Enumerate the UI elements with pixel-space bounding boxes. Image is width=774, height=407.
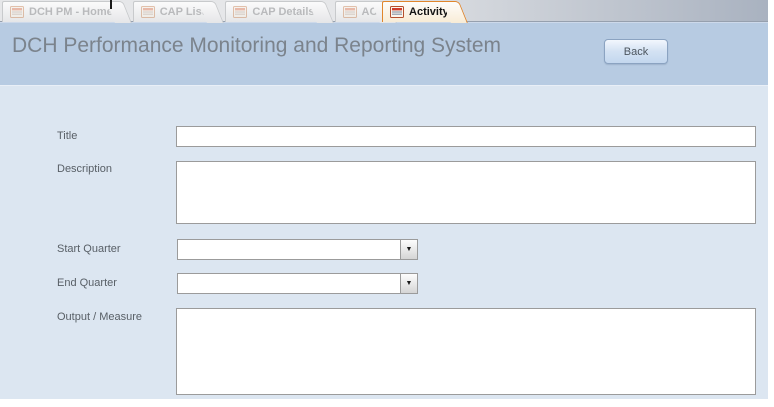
app-window: DCH PM - Home CAP List CAP Details AO <box>0 0 768 399</box>
tab-cap-details[interactable]: CAP Details <box>225 1 316 22</box>
title-label: Title <box>57 130 77 142</box>
tab-label: Activity <box>409 6 449 18</box>
description-label: Description <box>57 163 112 175</box>
dropdown-button[interactable]: ▼ <box>400 274 417 293</box>
form-icon <box>141 6 155 18</box>
page-title: DCH Performance Monitoring and Reporting… <box>12 34 501 58</box>
tab-ao[interactable]: AO <box>335 1 381 22</box>
form-icon <box>233 6 247 18</box>
combobox-value <box>178 274 400 293</box>
output-measure-textarea[interactable] <box>176 308 756 395</box>
back-button[interactable]: Back <box>604 39 668 64</box>
dropdown-button[interactable]: ▼ <box>400 240 417 259</box>
end-quarter-combobox[interactable]: ▼ <box>177 273 418 294</box>
combobox-value <box>178 240 400 259</box>
document-tab-bar: DCH PM - Home CAP List CAP Details AO <box>0 0 768 22</box>
form-icon <box>343 6 357 18</box>
chevron-down-icon: ▼ <box>406 246 413 253</box>
form-icon <box>10 6 24 18</box>
output-measure-label: Output / Measure <box>57 311 142 323</box>
tab-dch-pm-home[interactable]: DCH PM - Home <box>2 1 115 22</box>
form-icon <box>390 6 404 18</box>
tab-list: DCH PM - Home CAP List CAP Details AO <box>2 0 469 22</box>
chevron-down-icon: ▼ <box>406 280 413 287</box>
tab-activity[interactable]: Activity <box>382 1 451 22</box>
tab-label: DCH PM - Home <box>29 6 113 18</box>
tab-label: AO <box>362 6 379 18</box>
tab-label: CAP List <box>160 6 206 18</box>
end-quarter-label: End Quarter <box>57 277 117 289</box>
tab-label: CAP Details <box>252 6 314 18</box>
title-input[interactable] <box>176 126 756 147</box>
start-quarter-combobox[interactable]: ▼ <box>177 239 418 260</box>
form-body: Title Description Start Quarter ▼ End Qu… <box>0 85 768 399</box>
tab-cap-list[interactable]: CAP List <box>133 1 208 22</box>
description-textarea[interactable] <box>176 161 756 224</box>
form-header: DCH Performance Monitoring and Reporting… <box>0 22 768 85</box>
start-quarter-label: Start Quarter <box>57 243 121 255</box>
cursor-caret-artifact <box>110 0 112 9</box>
